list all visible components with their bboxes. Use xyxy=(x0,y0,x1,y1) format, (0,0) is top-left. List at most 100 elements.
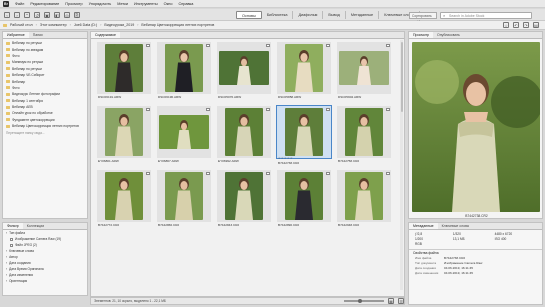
favorite-label: Вебинар xyxy=(12,79,26,84)
refine-icon[interactable]: ◧ xyxy=(54,11,60,18)
breadcrumb-item[interactable]: Этот компьютер xyxy=(40,23,67,27)
folder-icon xyxy=(6,80,10,84)
thumbnail-frame[interactable] xyxy=(277,170,331,222)
breadcrumb-item[interactable]: Вебинар Цветокоррекция летних портретов xyxy=(141,23,214,27)
thumbnail-item[interactable]: EY06992.ARW xyxy=(215,106,273,167)
thumbnail-item[interactable]: EY06801.ARW xyxy=(95,106,153,167)
metadata-value: 04.06.2019, 16:11:45 xyxy=(444,270,474,275)
thumbnail-item[interactable]: B7442866.CR2 xyxy=(155,170,213,231)
folder-up-icon[interactable]: ⌃ xyxy=(24,11,30,18)
menu-file[interactable]: Файл xyxy=(15,2,24,6)
thumbnail-filename: DSC05858.ARW xyxy=(278,95,302,99)
thumbnail-frame[interactable] xyxy=(217,106,271,158)
menu-window[interactable]: Окно xyxy=(164,2,173,6)
thumbnail-item[interactable]: DSC05076.ARW xyxy=(215,42,273,103)
thumbnail-frame[interactable] xyxy=(157,106,211,158)
breadcrumb-item[interactable]: Рабочий стол xyxy=(10,23,33,27)
thumbnail-frame[interactable] xyxy=(217,170,271,222)
chevron-right-icon: › xyxy=(6,255,8,259)
raw-badge-icon xyxy=(146,44,150,47)
grid-view-icon[interactable]: ▦ xyxy=(388,298,394,304)
workspace-tab-metadata[interactable]: Метаданные xyxy=(346,11,380,19)
star-filter-icon[interactable]: ☆ xyxy=(503,22,509,28)
thumbnail-item[interactable]: B7442772.CR2 xyxy=(95,170,153,231)
thumbnail-item[interactable]: ☆☆☆☆☆ B7442738.CR2 xyxy=(275,105,333,167)
thumbnail-item[interactable]: DSC06196.ARW xyxy=(155,42,213,103)
workspace-tab-filmstrip[interactable]: Диафильм xyxy=(293,11,324,19)
filter-checkbox[interactable] xyxy=(10,237,13,241)
favorite-label: Вебинар Цветокоррекция летних портретов xyxy=(12,124,79,129)
menu-help[interactable]: Справка xyxy=(178,2,193,6)
thumbnail-frame[interactable] xyxy=(157,42,211,94)
tab-favorites[interactable]: Избранное xyxy=(3,32,29,38)
menu-edit[interactable]: Редактирование xyxy=(30,2,59,6)
rotate-left-icon[interactable]: ↶ xyxy=(513,22,519,28)
thumbnail-item[interactable]: DSC05904.ARW xyxy=(335,42,393,103)
thumbnail-item[interactable]: B7442890.CR2 xyxy=(275,170,333,231)
thumbnail-frame[interactable] xyxy=(337,42,391,94)
list-view-icon[interactable]: ☰ xyxy=(398,298,404,304)
tab-preview[interactable]: Просмотр xyxy=(409,32,433,38)
output-icon[interactable]: ⎘ xyxy=(74,11,80,18)
raw-badge-icon xyxy=(386,108,390,111)
tab-collections[interactable]: Коллекции xyxy=(23,223,48,229)
menu-stacks[interactable]: Упорядочить xyxy=(89,2,112,6)
open-camera-raw-icon[interactable]: ◎ xyxy=(64,11,70,18)
thumbnail-frame[interactable] xyxy=(97,170,151,222)
tab-publish[interactable]: Опубликовать xyxy=(433,32,464,38)
search-input[interactable]: ⌕ Search in Adobe Stock xyxy=(440,12,532,19)
rating-stars[interactable]: ☆☆☆☆☆ xyxy=(278,156,293,160)
thumbnail-frame[interactable] xyxy=(217,42,271,94)
workspace-tab-library[interactable]: Библиотека xyxy=(262,11,294,19)
preview-image[interactable] xyxy=(412,42,540,212)
thumbnail-item[interactable]: DSC06191.ARW xyxy=(95,42,153,103)
thumbnail-frame[interactable] xyxy=(157,170,211,222)
thumbnail-frame[interactable] xyxy=(337,170,391,222)
preview-panel: Просмотр Опубликовать B7442738.CR2 xyxy=(408,31,543,219)
thumbnail-item[interactable]: B7442758.CR2 xyxy=(335,106,393,167)
tab-content[interactable]: Содержимое xyxy=(91,32,120,38)
file-properties-heading[interactable]: Свойства файла xyxy=(409,249,542,256)
tab-keywords[interactable]: Ключевые слова xyxy=(438,223,473,229)
workspace-tab-essentials[interactable]: Основы xyxy=(236,11,262,19)
thumbnail-filename: B7442772.CR2 xyxy=(98,223,120,227)
thumbnail-filename: B7442948.CR2 xyxy=(338,223,360,227)
menu-view[interactable]: Просмотр xyxy=(65,2,82,6)
tab-filter[interactable]: Фильтр xyxy=(3,223,23,229)
slider-knob[interactable] xyxy=(358,298,362,303)
back-icon[interactable]: ‹ xyxy=(4,11,10,18)
tab-metadata[interactable]: Метаданные xyxy=(409,223,438,229)
menu-tools[interactable]: Инструменты xyxy=(134,2,158,6)
trash-icon[interactable]: ▤ xyxy=(533,22,539,28)
thumbnail-filename: B7442738.CR2 xyxy=(278,161,300,165)
folder-icon xyxy=(6,67,10,71)
thumbnail-frame[interactable] xyxy=(337,106,391,158)
metadata-row: Дата изменения 04.06.2019, 16:11:45 xyxy=(409,270,542,275)
thumbnail-size-slider[interactable] xyxy=(344,298,384,303)
scrollbar-thumb[interactable] xyxy=(400,42,403,112)
thumbnail-item[interactable]: EY06867.ARW xyxy=(155,106,213,167)
favorite-item[interactable]: Вебинар Цветокоррекция летних портретов xyxy=(6,123,84,129)
boomerang-icon[interactable]: ↺ xyxy=(34,11,40,18)
filter-category[interactable]: › Ориентация xyxy=(3,278,87,284)
content-scrollbar[interactable] xyxy=(400,40,403,290)
thumbnail-frame[interactable] xyxy=(97,42,151,94)
rotate-right-icon[interactable]: ↷ xyxy=(523,22,529,28)
thumbnail-frame[interactable] xyxy=(277,42,331,94)
thumbnail-item[interactable]: B7442948.CR2 xyxy=(335,170,393,231)
menu-label[interactable]: Метки xyxy=(117,2,128,6)
thumbnail-frame[interactable] xyxy=(97,106,151,158)
breadcrumb-item[interactable]: Видеоуроки_2019 xyxy=(104,23,134,27)
thumbnail-item[interactable]: DSC05858.ARW xyxy=(275,42,333,103)
filter-label: Ориентация xyxy=(9,279,28,283)
filter-label: Дата создания xyxy=(9,261,31,265)
thumbnail-frame[interactable] xyxy=(276,105,332,159)
filter-checkbox[interactable] xyxy=(10,243,13,247)
forward-icon[interactable]: › xyxy=(14,11,20,18)
workspace-tab-output[interactable]: Вывод xyxy=(323,11,346,19)
breadcrumb-item[interactable]: Joe6 Data (D:) xyxy=(74,23,97,27)
tab-folders[interactable]: Папки xyxy=(29,32,47,38)
sort-dropdown[interactable]: Сортировать по: Имя xyxy=(409,12,437,24)
camera-download-icon[interactable]: ▣ xyxy=(44,11,50,18)
thumbnail-item[interactable]: B7442843.CR2 xyxy=(215,170,273,231)
